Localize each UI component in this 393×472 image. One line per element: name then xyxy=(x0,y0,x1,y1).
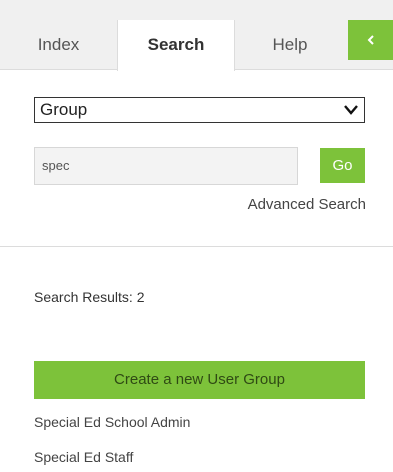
chevron-down-icon xyxy=(344,105,358,115)
advanced-search-link[interactable]: Advanced Search xyxy=(248,196,366,213)
search-type-value: Group xyxy=(40,100,88,119)
go-button[interactable]: Go xyxy=(320,148,365,183)
result-item[interactable]: Special Ed School Admin xyxy=(34,414,190,430)
top-strip xyxy=(0,0,393,10)
create-user-group-button[interactable]: Create a new User Group xyxy=(34,361,365,399)
tab-help[interactable]: Help xyxy=(235,20,345,70)
search-input[interactable]: spec xyxy=(34,147,298,185)
tab-bar: Index Search Help xyxy=(0,10,393,71)
tab-index[interactable]: Index xyxy=(0,20,117,70)
search-results-count: Search Results: 2 xyxy=(34,289,145,305)
search-type-select[interactable]: Group xyxy=(34,97,365,123)
tab-search[interactable]: Search xyxy=(117,20,235,71)
collapse-panel-button[interactable] xyxy=(348,20,393,60)
divider xyxy=(0,246,393,247)
chevron-left-icon xyxy=(367,35,374,45)
result-item[interactable]: Special Ed Staff xyxy=(34,449,133,465)
